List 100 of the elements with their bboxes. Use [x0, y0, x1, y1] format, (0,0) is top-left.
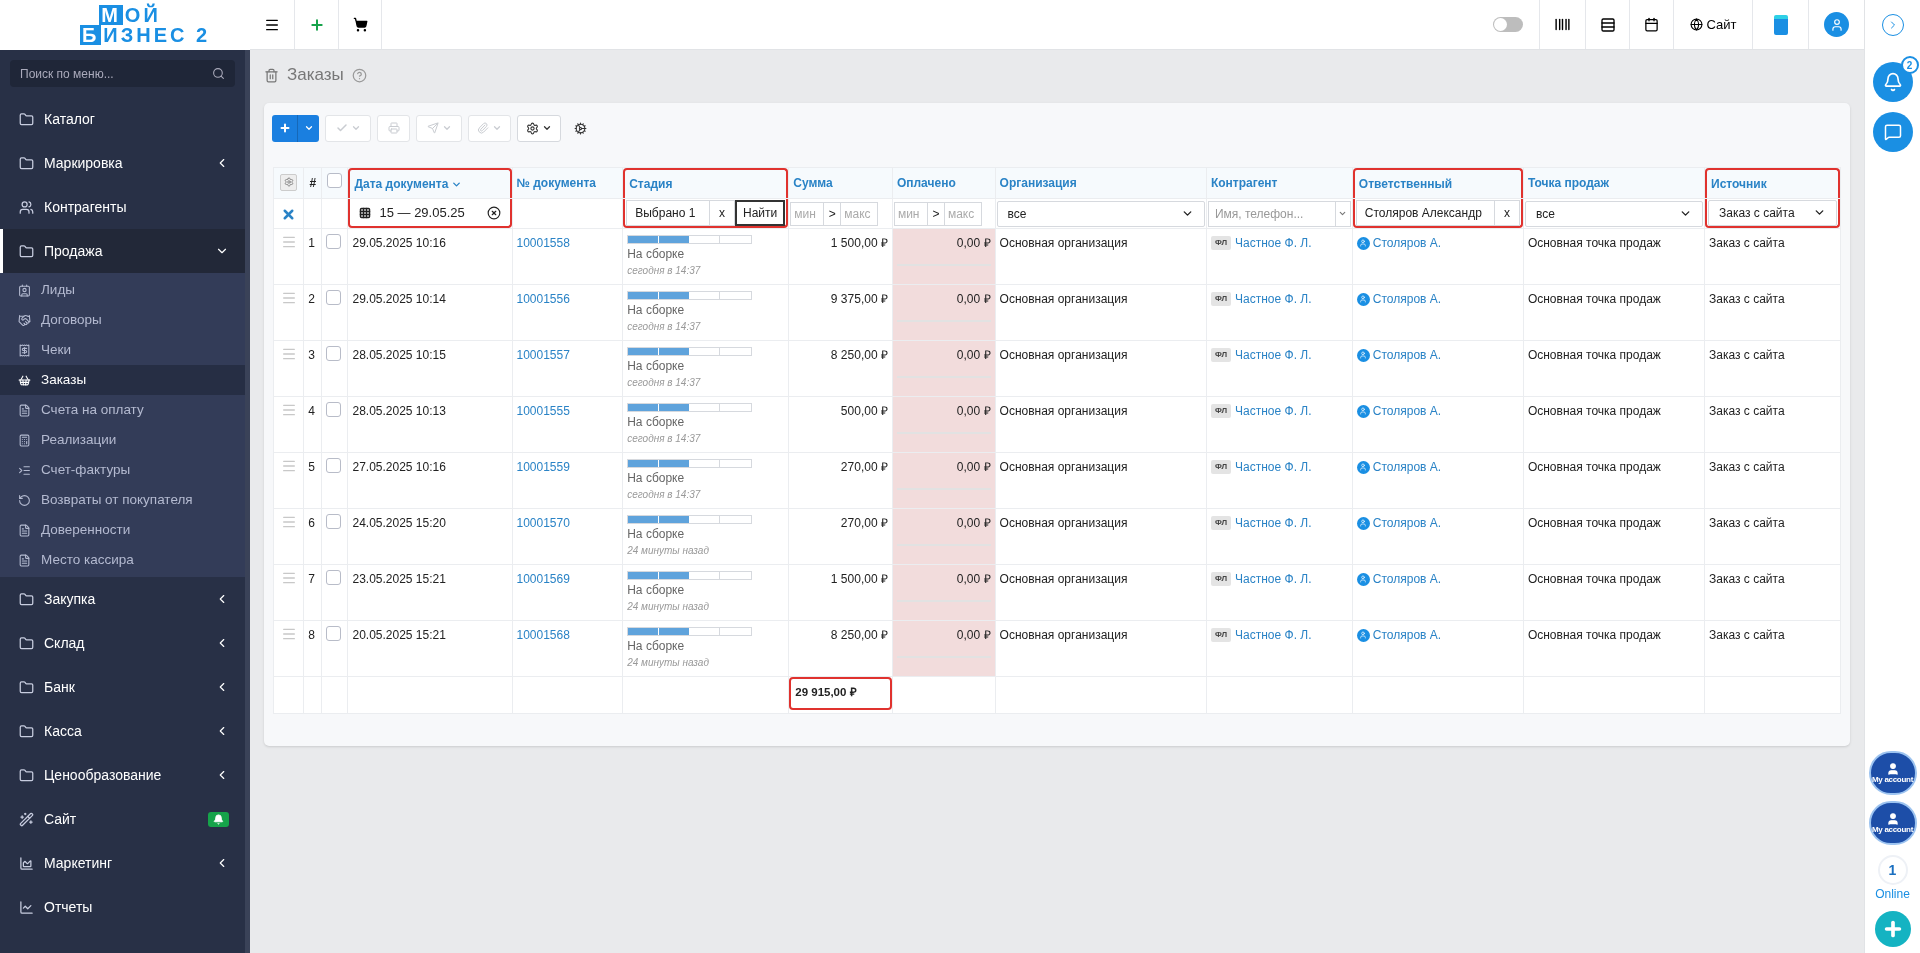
row-checkbox[interactable] [326, 626, 342, 641]
sidebar-item[interactable]: Каталог [0, 97, 245, 141]
sidebar-item[interactable]: Ценообразование [0, 753, 245, 797]
column-header[interactable]: Сумма [789, 168, 892, 198]
select-field[interactable]: Заказ с сайта [1708, 199, 1837, 226]
sidebar-item[interactable]: Закупка [0, 577, 245, 621]
max-field[interactable]: макс [840, 201, 879, 226]
chat-button[interactable] [1872, 112, 1913, 152]
sidebar-subitem[interactable]: Чеки [0, 335, 245, 365]
select-field[interactable]: все [996, 200, 1205, 227]
column-header[interactable]: Стадия [623, 168, 789, 198]
sidebar-subitem[interactable]: Доверенности [0, 515, 245, 545]
contractor-link[interactable]: Частное Ф. Л. [1235, 234, 1312, 252]
owner-link[interactable]: Столяров А. [1372, 514, 1442, 532]
drag-handle-icon[interactable] [280, 626, 297, 642]
clear-button[interactable]: x [709, 199, 735, 226]
sidebar-item[interactable]: Склад [0, 621, 245, 665]
owner-link[interactable]: Столяров А. [1372, 402, 1442, 420]
column-header[interactable]: Источник [1705, 168, 1840, 198]
document-link[interactable]: 10001569 [516, 572, 570, 586]
drag-handle-icon[interactable] [280, 458, 297, 474]
document-link[interactable]: 10001570 [516, 516, 570, 530]
owner-link[interactable]: Столяров А. [1372, 570, 1442, 588]
drag-handle-icon[interactable] [280, 290, 297, 306]
logo[interactable]: М ОЙ Б ИЗНЕС 2 [0, 0, 250, 50]
document-link[interactable]: 10001559 [516, 460, 570, 474]
contractor-link[interactable]: Частное Ф. Л. [1235, 458, 1312, 476]
sidebar-subitem[interactable]: Реализации [0, 425, 245, 455]
site-link[interactable]: Сайт [1673, 0, 1752, 49]
menu-search-field[interactable]: Поиск по меню... [10, 60, 235, 87]
owner-link[interactable]: Столяров А. [1372, 626, 1442, 644]
owner-link[interactable]: Столяров А. [1372, 346, 1442, 364]
person-select[interactable]: Столяров Александр [1355, 199, 1494, 226]
max-field[interactable]: макс [943, 201, 982, 226]
drag-handle-icon[interactable] [280, 346, 297, 362]
sidebar-item[interactable]: Продажа [0, 229, 245, 273]
sidebar-subitem[interactable]: Заказы [0, 365, 245, 395]
drag-handle-icon[interactable] [280, 514, 297, 530]
sidebar-item[interactable]: Маркетинг [0, 841, 245, 885]
column-header[interactable]: Контрагент [1206, 168, 1352, 198]
document-link[interactable]: 10001568 [516, 628, 570, 642]
sidebar-item[interactable]: Отчеты [0, 885, 245, 929]
add-button[interactable] [272, 114, 319, 142]
contractor-link[interactable]: Частное Ф. Л. [1235, 290, 1312, 308]
row-checkbox[interactable] [326, 402, 342, 417]
column-header[interactable]: Точка продаж [1523, 168, 1705, 198]
column-header[interactable]: Ответственный [1352, 168, 1523, 198]
owner-link[interactable]: Столяров А. [1372, 290, 1442, 308]
toggle-switch[interactable] [1493, 17, 1523, 32]
account-button[interactable]: My account [1868, 751, 1917, 795]
sidebar-subitem[interactable]: Договоры [0, 305, 245, 335]
row-checkbox[interactable] [326, 290, 342, 305]
notifications-button[interactable] [1872, 62, 1913, 102]
sidebar-item[interactable]: Касса [0, 709, 245, 753]
drag-handle-icon[interactable] [280, 402, 297, 418]
document-link[interactable]: 10001557 [516, 348, 570, 362]
select-all-checkbox[interactable] [327, 173, 343, 188]
sidebar-subitem[interactable]: Счета на оплату [0, 395, 245, 425]
drag-handle-icon[interactable] [280, 570, 297, 586]
column-header[interactable]: Дата документа [348, 168, 512, 198]
contractor-link[interactable]: Частное Ф. Л. [1235, 570, 1312, 588]
sidebar-subitem[interactable]: Лиды [0, 275, 245, 305]
sidebar-item[interactable]: Банк [0, 665, 245, 709]
column-header[interactable]: Организация [995, 168, 1206, 198]
stage-select[interactable]: Выбрано 1 [626, 199, 709, 226]
min-field[interactable]: мин [893, 201, 928, 226]
contractor-link[interactable]: Частное Ф. Л. [1235, 402, 1312, 420]
account-button[interactable]: My account [1868, 801, 1917, 845]
sidebar-item[interactable]: Маркировка [0, 141, 245, 185]
sidebar-item[interactable]: Сайт [0, 797, 245, 841]
min-field[interactable]: мин [790, 201, 825, 226]
clear-icon[interactable] [486, 205, 501, 220]
document-link[interactable]: 10001556 [516, 292, 570, 306]
search-field[interactable]: Имя, телефон... [1207, 200, 1335, 227]
contractor-link[interactable]: Частное Ф. Л. [1235, 514, 1312, 532]
row-checkbox[interactable] [326, 346, 342, 361]
owner-link[interactable]: Столяров А. [1372, 458, 1442, 476]
help-icon[interactable] [351, 67, 367, 83]
contractor-link[interactable]: Частное Ф. Л. [1235, 346, 1312, 364]
document-link[interactable]: 10001555 [516, 404, 570, 418]
drag-handle-icon[interactable] [280, 234, 297, 250]
add-button[interactable] [1874, 911, 1911, 947]
find-button[interactable]: Найти [735, 199, 786, 226]
cart-button[interactable] [338, 0, 382, 49]
sidebar-item[interactable]: Контрагенты [0, 185, 245, 229]
row-checkbox[interactable] [326, 570, 342, 585]
column-header[interactable]: № документа [512, 168, 623, 198]
contractor-link[interactable]: Частное Ф. Л. [1235, 626, 1312, 644]
row-checkbox[interactable] [326, 458, 342, 473]
select-field[interactable]: все [1524, 200, 1704, 227]
row-checkbox[interactable] [326, 514, 342, 529]
row-checkbox[interactable] [326, 234, 342, 249]
settings-button[interactable] [517, 114, 561, 142]
sidebar-subitem[interactable]: Счет-фактуры [0, 455, 245, 485]
sidebar-subitem[interactable]: Возвраты от покупателя [0, 485, 245, 515]
scrollbar[interactable] [245, 50, 250, 953]
sidebar-subitem[interactable]: Место кассира [0, 545, 245, 575]
clear-button[interactable]: x [1493, 199, 1520, 226]
document-link[interactable]: 10001558 [516, 236, 570, 250]
column-header[interactable]: Оплачено [892, 168, 995, 198]
